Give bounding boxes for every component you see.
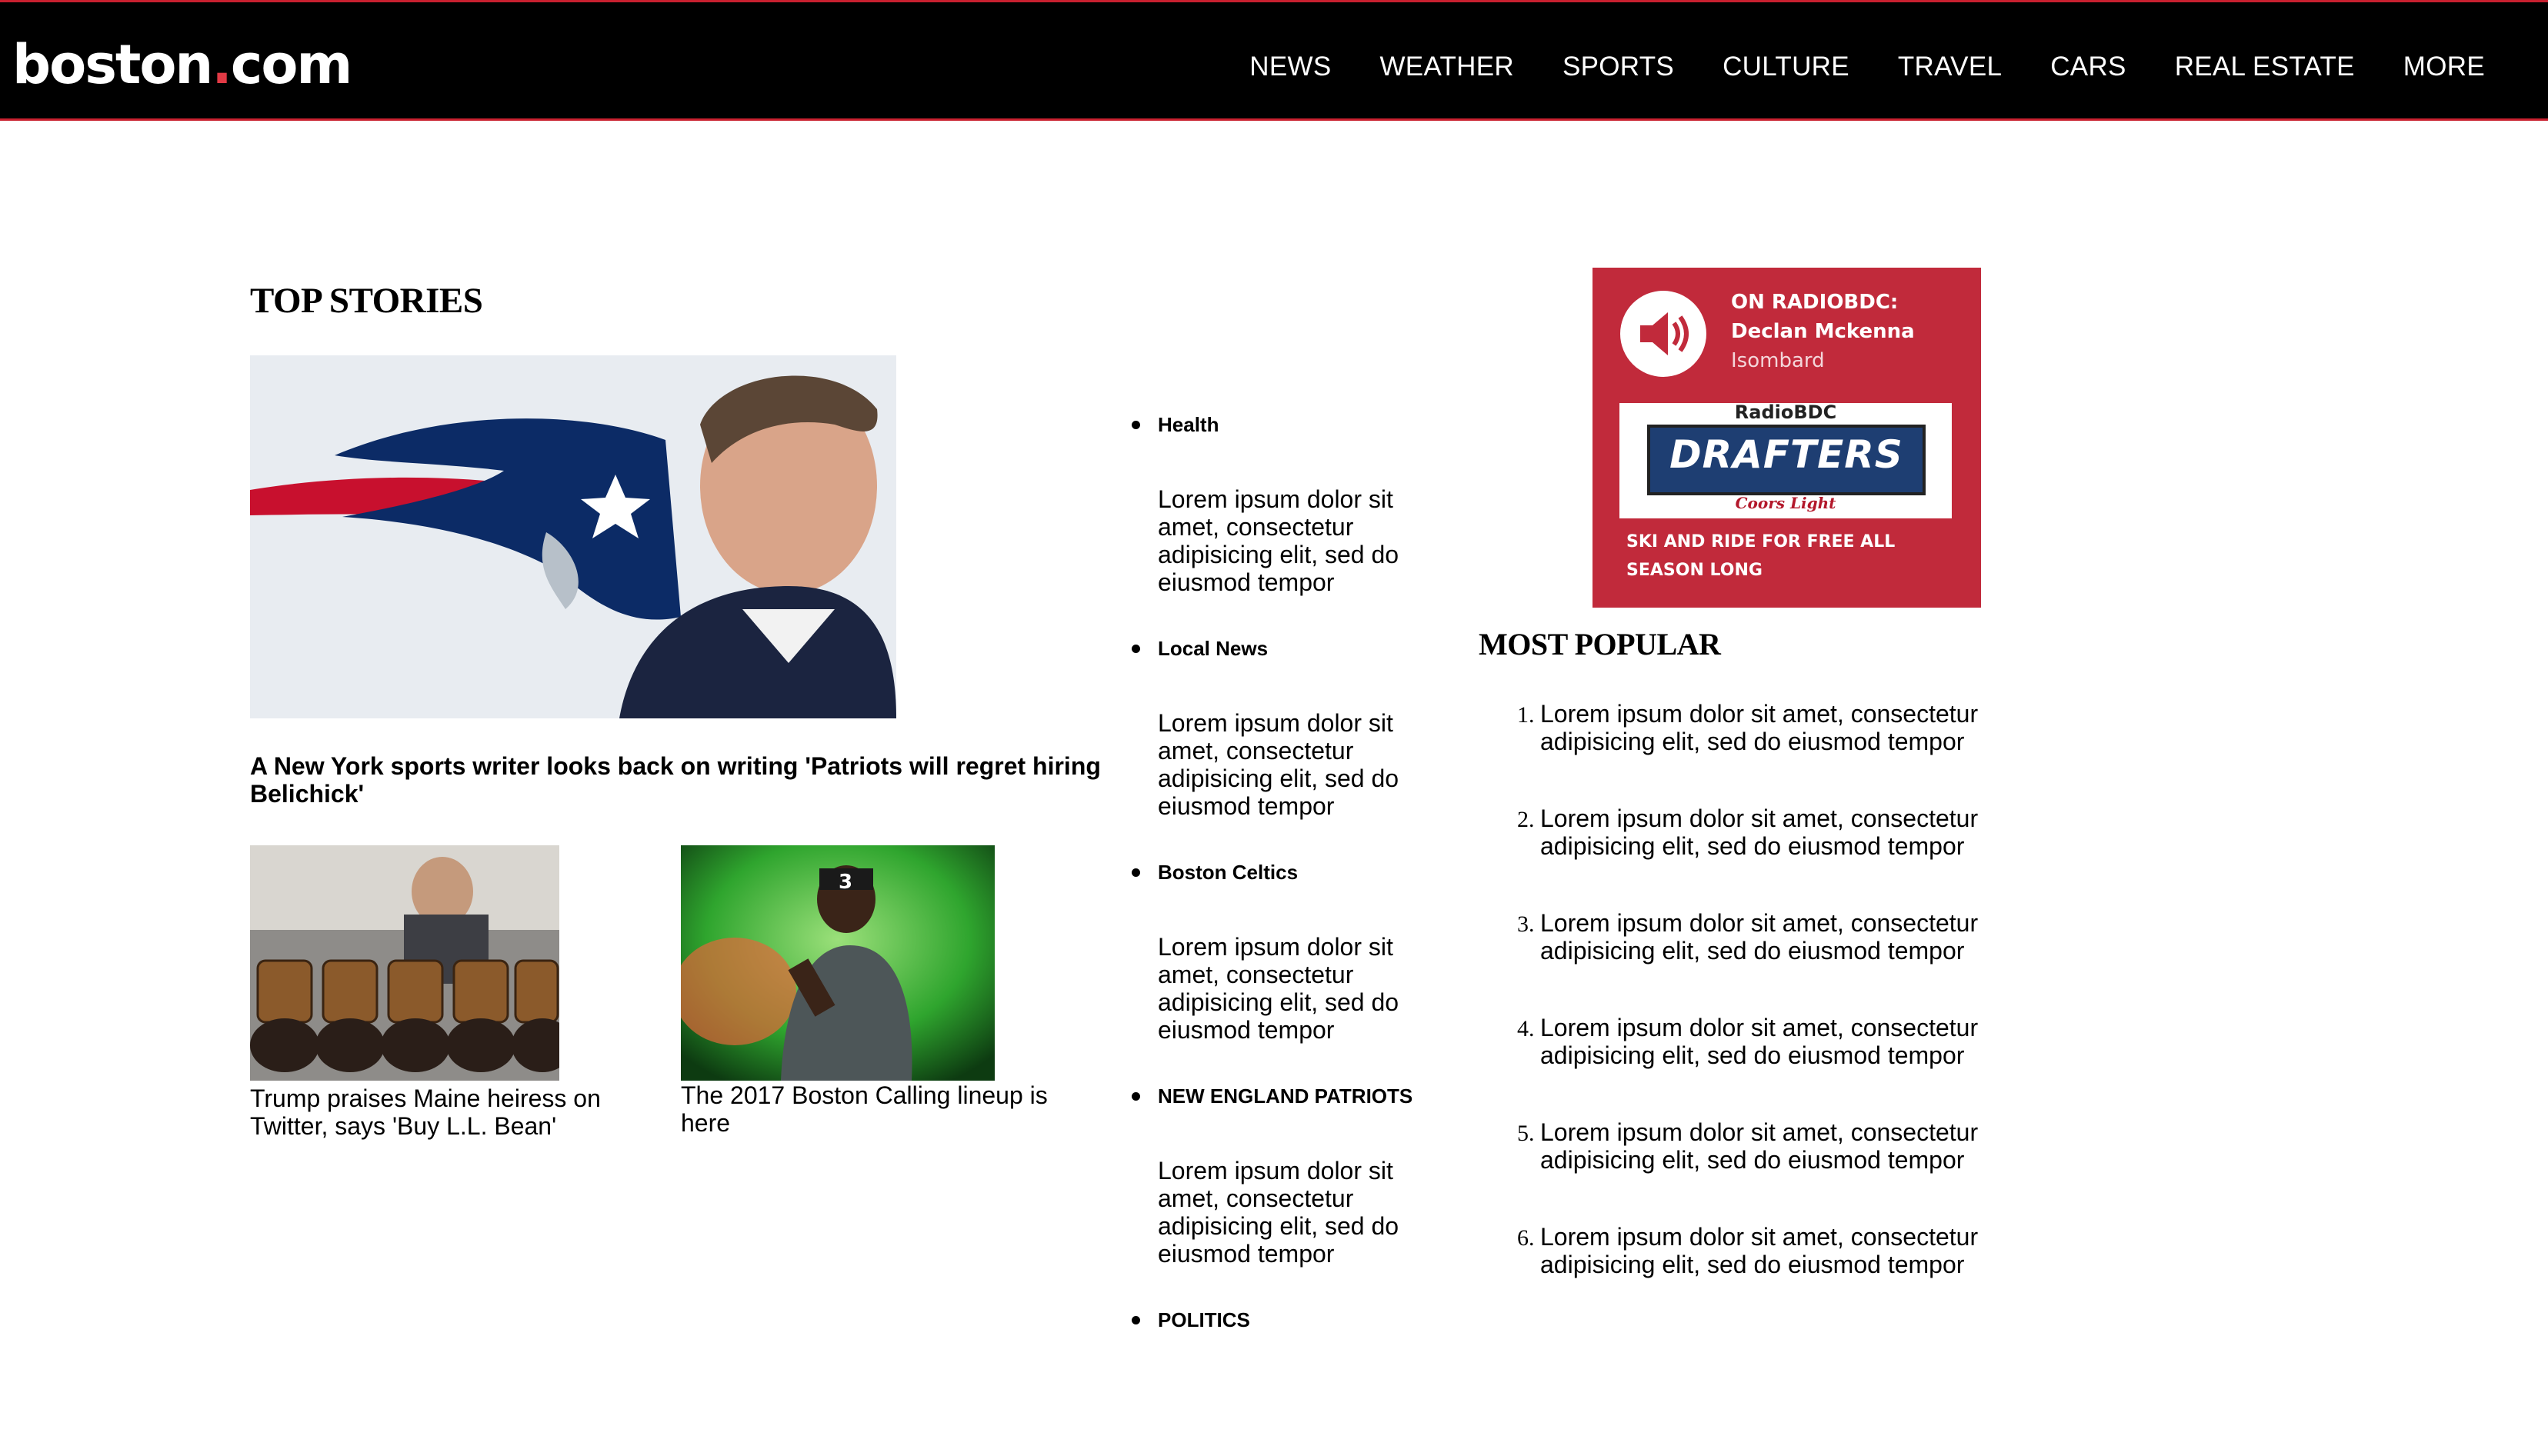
category-boston-celtics[interactable]: Boston Celtics [1132, 855, 1450, 889]
story-caption-concert[interactable]: The 2017 Boston Calling lineup is here [681, 1081, 1081, 1137]
category-health[interactable]: Health [1132, 408, 1450, 441]
hero-photo-illustration [250, 355, 896, 718]
logo-text-tld: com [230, 33, 353, 96]
main-nav: NEWS WEATHER SPORTS CULTURE TRAVEL CARS … [1201, 45, 2485, 88]
nav-real-estate[interactable]: REAL ESTATE [2175, 45, 2355, 88]
logo-text-main: boston [12, 33, 213, 96]
nav-cars[interactable]: CARS [2050, 45, 2126, 88]
category-new-england-patriots[interactable]: NEW ENGLAND PATRIOTS [1132, 1079, 1450, 1113]
popular-item[interactable]: Lorem ipsum dolor sit amet, consectetur … [1540, 700, 2033, 805]
ad-banner: RadioBDC DRAFTERS Coors Light [1619, 401, 1952, 518]
boots-photo-illustration [250, 845, 559, 1081]
popular-item[interactable]: Lorem ipsum dolor sit amet, consectetur … [1540, 909, 2033, 1014]
ad-banner-title: DRAFTERS [1669, 432, 1903, 477]
most-popular-title: MOST POPULAR [1479, 627, 1721, 661]
category-item: Boston Celtics Lorem ipsum dolor sit ame… [1132, 855, 1450, 1079]
category-body: Lorem ipsum dolor sit amet, consectetur … [1158, 485, 1399, 596]
category-item: Health Lorem ipsum dolor sit amet, conse… [1132, 408, 1450, 631]
category-list: Health Lorem ipsum dolor sit amet, conse… [1132, 408, 1450, 1337]
svg-text:3: 3 [839, 871, 852, 894]
ad-line-song: Isombard [1731, 349, 1825, 372]
nav-weather[interactable]: WEATHER [1379, 45, 1514, 88]
nav-news[interactable]: NEWS [1249, 45, 1331, 88]
popular-item[interactable]: Lorem ipsum dolor sit amet, consectetur … [1540, 1118, 2033, 1223]
speaker-icon [1620, 291, 1706, 377]
concert-photo-illustration: 3 [681, 845, 995, 1081]
site-header: boston.com NEWS WEATHER SPORTS CULTURE T… [0, 0, 2548, 121]
radiobdc-ad[interactable]: ON RADIOBDC: Declan Mckenna Isombard Rad… [1592, 268, 1981, 608]
story-thumb-boots[interactable] [250, 845, 559, 1081]
nav-sports[interactable]: SPORTS [1562, 45, 1674, 88]
most-popular-list: Lorem ipsum dolor sit amet, consectetur … [1509, 700, 2033, 1328]
hero-image[interactable] [250, 355, 896, 718]
nav-more[interactable]: MORE [2403, 45, 2485, 88]
nav-travel[interactable]: TRAVEL [1898, 45, 2002, 88]
category-body: Lorem ipsum dolor sit amet, consectetur … [1158, 1157, 1399, 1268]
category-body: Lorem ipsum dolor sit amet, consectetur … [1158, 933, 1399, 1044]
nav-culture[interactable]: CULTURE [1723, 45, 1849, 88]
hero-headline[interactable]: A New York sports writer looks back on w… [250, 752, 1119, 808]
popular-item[interactable]: Lorem ipsum dolor sit amet, consectetur … [1540, 1223, 2033, 1328]
logo-dot: . [212, 33, 232, 96]
category-local-news[interactable]: Local News [1132, 631, 1450, 665]
top-stories-title: TOP STORIES [250, 281, 483, 321]
ad-banner-sponsor: Coors Light [1735, 494, 1836, 512]
ad-footer-text: SKI AND RIDE FOR FREE ALL SEASON LONG [1626, 532, 1896, 580]
site-logo[interactable]: boston.com [12, 30, 353, 99]
story-caption-boots[interactable]: Trump praises Maine heiress on Twitter, … [250, 1085, 612, 1140]
ad-banner-brand: RadioBDC [1734, 401, 1837, 423]
category-body: Lorem ipsum dolor sit amet, consectetur … [1158, 709, 1399, 820]
popular-item[interactable]: Lorem ipsum dolor sit amet, consectetur … [1540, 805, 2033, 909]
drafters-shield: DRAFTERS [1647, 425, 1926, 495]
category-item: NEW ENGLAND PATRIOTS Lorem ipsum dolor s… [1132, 1079, 1450, 1303]
category-item: Local News Lorem ipsum dolor sit amet, c… [1132, 631, 1450, 855]
category-politics[interactable]: POLITICS [1132, 1303, 1450, 1337]
ad-line-on-radiobdc: ON RADIOBDC: [1731, 291, 1899, 314]
ad-line-artist: Declan Mckenna [1731, 320, 1915, 343]
story-thumb-concert[interactable]: 3 [681, 845, 995, 1081]
popular-item[interactable]: Lorem ipsum dolor sit amet, consectetur … [1540, 1014, 2033, 1118]
category-item: POLITICS [1132, 1303, 1450, 1337]
